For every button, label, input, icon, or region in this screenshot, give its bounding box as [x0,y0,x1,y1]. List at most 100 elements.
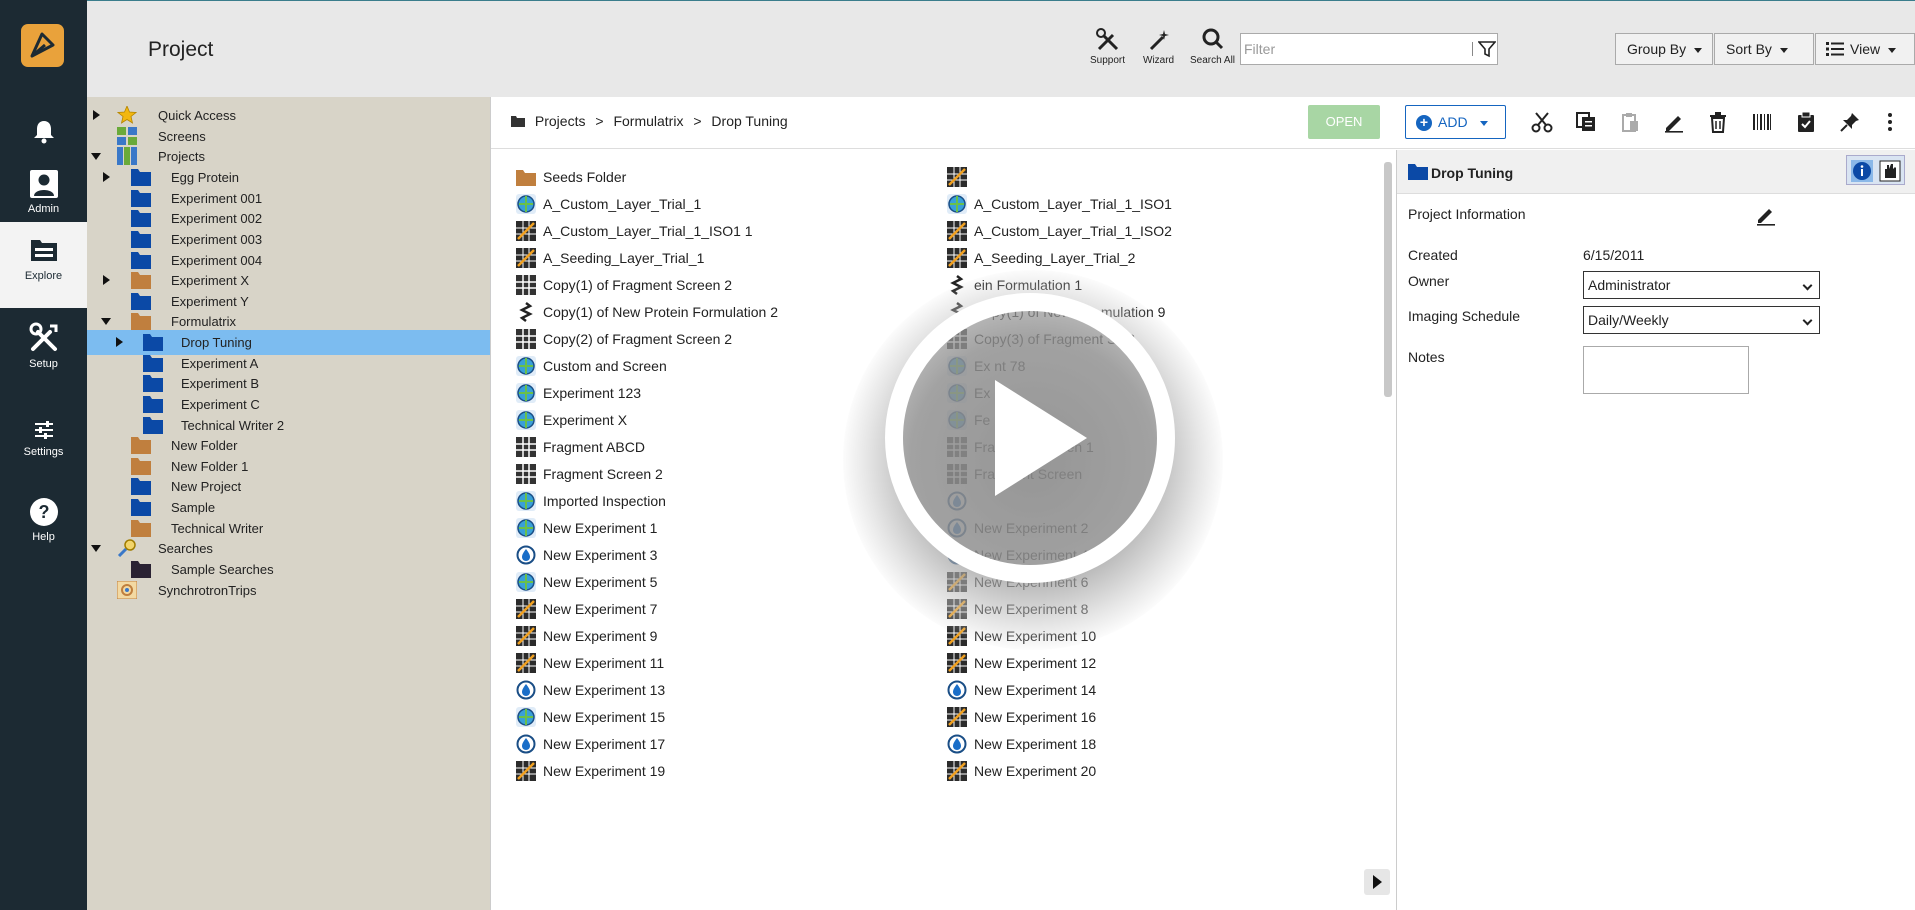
info-icon[interactable] [1851,160,1873,182]
next-page-button[interactable] [1364,869,1390,895]
experiment-grid-icon [947,707,967,727]
created-value: 6/15/2011 [1583,247,1645,263]
imaging-experiment-icon [516,491,536,511]
play-icon [995,380,1087,496]
group-by-dropdown[interactable]: Group By [1615,33,1713,65]
chevron-down-icon [1479,120,1488,126]
nav-explore[interactable]: Explore [0,222,87,308]
imaging-schedule-select[interactable]: Daily/Weekly [1583,306,1820,334]
file-item-label: New Experiment 7 [543,601,658,617]
folder-icon [131,498,151,516]
pin-icon[interactable] [1839,111,1861,133]
folder-icon [131,457,151,475]
vertical-scrollbar[interactable] [1384,162,1392,397]
created-label: Created [1408,247,1458,263]
imaging-experiment-icon [516,356,536,376]
owner-select[interactable]: Administrator [1583,271,1820,299]
nav-settings[interactable]: Settings [0,418,87,458]
folder-icon [143,416,163,434]
cut-icon[interactable] [1531,111,1553,133]
hand-icon[interactable] [1879,160,1901,182]
notes-textarea[interactable] [1583,346,1749,394]
sort-by-dropdown[interactable]: Sort By [1714,33,1814,65]
nav-setup[interactable]: Setup [0,322,87,370]
left-navigation: Admin Explore Setup Settings ? Help [0,0,87,910]
filter-separator [1472,42,1473,56]
copy-icon[interactable] [1575,111,1597,133]
app-logo[interactable] [21,24,64,67]
file-item-label: New Experiment 17 [543,736,666,752]
nav-settings-label: Settings [23,446,64,458]
filter-field [1240,33,1498,65]
expand-triangle-icon[interactable] [93,110,100,120]
top-header: Project Support Wizard Search All Group … [87,0,1915,97]
experiment-grid-icon [516,599,536,619]
tree-item-label: New Folder [171,438,238,453]
tree-item-label: Projects [158,149,205,164]
tree-item-label: Sample [171,500,216,515]
tree-item-label: Technical Writer [171,521,264,536]
project-tree: Quick Access Screens Projects Egg Protein Ex… [87,97,490,910]
nav-help-label: Help [32,531,55,543]
drop-experiment-icon [947,734,967,754]
paste-icon[interactable] [1619,111,1641,133]
imaging-experiment-icon [947,194,967,214]
file-item-label: A_Seeding_Layer_Trial_2 [974,250,1136,266]
file-item-label: New Experiment 13 [543,682,666,698]
nav-help[interactable]: ? Help [0,497,87,543]
file-item-label: New Experiment 9 [543,628,658,644]
add-button[interactable]: + ADD [1405,105,1506,139]
view-dropdown[interactable]: View [1815,33,1915,65]
funnel-icon[interactable] [1478,40,1496,58]
details-title: Drop Tuning [1431,165,1514,181]
content-toolbar: Projects > Formulatrix > Drop Tuning OPE… [491,97,1915,149]
nav-admin[interactable]: Admin [0,169,87,215]
file-item-label: Experiment X [543,412,628,428]
filter-input[interactable] [1244,38,1474,60]
drop-experiment-icon [516,734,536,754]
search-all-button[interactable]: Search All [1190,27,1235,66]
expand-triangle-icon[interactable] [116,337,123,347]
collapse-triangle-icon[interactable] [101,318,111,325]
edit-pencil-icon[interactable] [1663,111,1685,133]
file-item-label: A_Custom_Layer_Trial_1_ISO1 1 [543,223,753,239]
notes-label: Notes [1408,349,1445,365]
plus-circle-icon: + [1416,115,1432,131]
file-item-label: New Experiment 5 [543,574,658,590]
expand-triangle-icon[interactable] [103,275,110,285]
support-button[interactable]: Support [1090,27,1125,66]
tree-item-label: Experiment B [181,376,260,391]
experiment-grid-icon [516,248,536,268]
breadcrumb-projects[interactable]: Projects [535,113,586,129]
tree-item-label: Searches [158,541,213,556]
file-item-label: Fragment Screen 2 [543,466,663,482]
expand-triangle-icon[interactable] [103,172,110,182]
collapse-triangle-icon[interactable] [91,545,101,552]
collapse-triangle-icon[interactable] [91,153,101,160]
imaging-experiment-icon [516,572,536,592]
sort-by-label: Sort By [1726,41,1772,57]
file-item-label: A_Custom_Layer_Trial_1 [543,196,702,212]
file-item-label: Experiment 123 [543,385,642,401]
open-button[interactable]: OPEN [1308,105,1380,139]
view-label: View [1850,41,1881,57]
notifications-button[interactable] [0,118,87,148]
magic-wand-icon [1149,30,1169,51]
folder-icon [516,167,536,187]
barcode-icon[interactable] [1751,111,1773,133]
chevron-down-icon [1779,47,1788,53]
panel-toggle-group [1846,155,1905,185]
wizard-button[interactable]: Wizard [1143,27,1174,66]
imaging-schedule-value: Daily/Weekly [1588,312,1669,328]
edit-pencil-icon[interactable] [1755,204,1777,226]
screen-icon [516,437,536,457]
more-vertical-icon[interactable] [1883,111,1897,133]
clipboard-check-icon[interactable] [1795,111,1817,133]
tree-item[interactable]: SynchrotronTrips [87,578,490,603]
sliders-icon [34,421,53,439]
file-item-label: Imported Inspection [543,493,666,509]
breadcrumb-drop-tuning[interactable]: Drop Tuning [711,113,787,129]
imaging-experiment-icon [516,518,536,538]
trash-icon[interactable] [1707,111,1729,133]
breadcrumb-formulatrix[interactable]: Formulatrix [613,113,683,129]
